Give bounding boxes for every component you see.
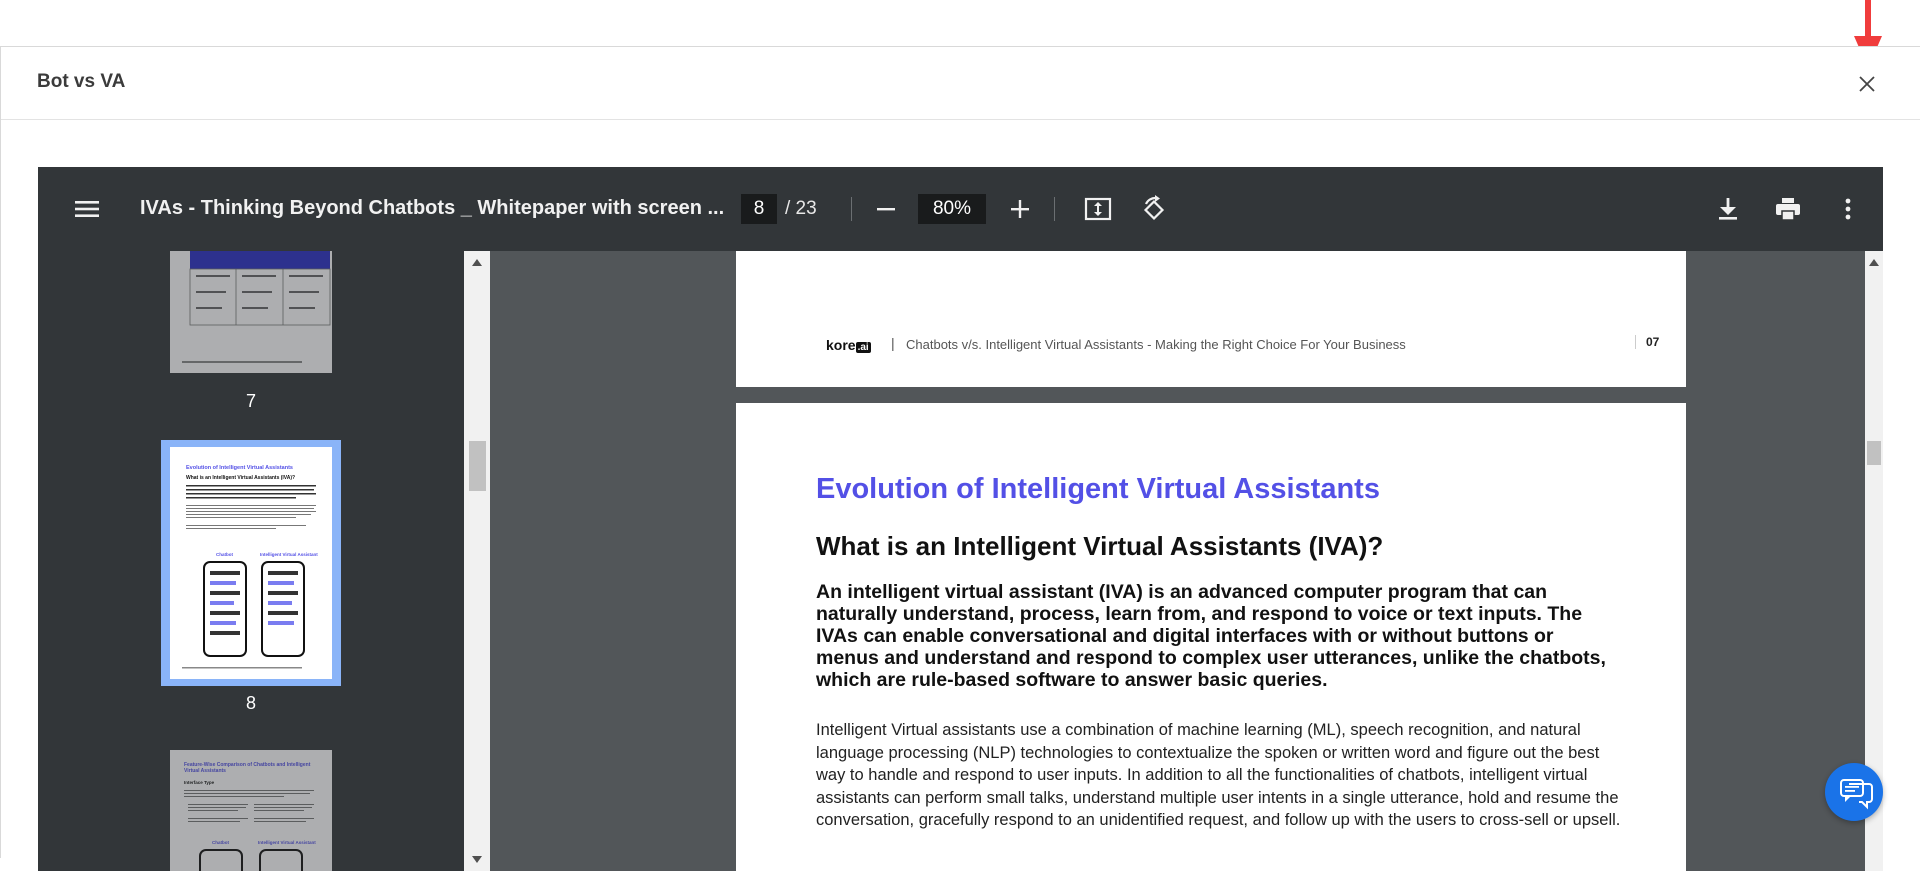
rotate-icon[interactable] (1140, 195, 1168, 223)
chat-icon (1840, 779, 1873, 810)
thumbnail-9-preview (184, 790, 314, 871)
page-subheading: What is an Intelligent Virtual Assistant… (816, 531, 1384, 561)
thumbnail-8-iva-label: Intelligent Virtual Assistant (260, 552, 318, 557)
thumbnail-8-chatbot-label: Chatbot (216, 552, 233, 557)
scroll-up-arrow-icon[interactable] (472, 259, 482, 266)
sidebar-scrollbar-thumb[interactable] (469, 441, 486, 491)
toolbar-divider (1054, 197, 1055, 221)
toolbar-divider (851, 197, 852, 221)
thumbnail-label: 8 (245, 693, 256, 713)
pdf-viewer: IVAs - Thinking Beyond Chatbots _ Whitep… (38, 167, 1883, 871)
close-icon[interactable] (1854, 71, 1880, 97)
zoom-input[interactable]: 80% (918, 194, 986, 224)
page-heading: Evolution of Intelligent Virtual Assista… (816, 473, 1380, 505)
page-footer-number: 07 (1635, 335, 1659, 349)
page-7: kore .ai | Chatbots v/s. Intelligent Virt… (736, 251, 1686, 387)
thumbnail-page-9[interactable]: Feature-Wise Comparison of Chatbots and … (170, 750, 332, 871)
chat-widget-button[interactable] (1825, 763, 1883, 821)
thumbnail-9-iva-label: Intelligent Virtual Assistant (258, 840, 316, 845)
modal-dialog: Bot vs VA IVAs - Thinking Beyond Chatbot… (0, 46, 1920, 871)
lead-paragraph: An intelligent virtual assistant (IVA) i… (816, 581, 1606, 691)
thumbnail-9-chatbot-label: Chatbot (212, 840, 229, 845)
thumbnail-page-8[interactable]: Evolution of Intelligent Virtual Assista… (170, 447, 332, 679)
thumbnail-sidebar: 7 Evolution of Intelligent Virtual Assis… (38, 251, 464, 871)
page-footer-text: Chatbots v/s. Intelligent Virtual Assist… (906, 337, 1406, 352)
thumbnail-7-preview (182, 251, 331, 363)
scroll-up-arrow-icon[interactable] (1869, 259, 1879, 266)
document-scrollbar-thumb[interactable] (1867, 441, 1881, 465)
fit-page-icon[interactable] (1084, 195, 1112, 223)
modal-header: Bot vs VA (1, 47, 1920, 120)
hamburger-icon[interactable] (74, 196, 100, 222)
plus-icon[interactable] (1006, 195, 1034, 223)
page-8: Evolution of Intelligent Virtual Assista… (736, 403, 1686, 871)
print-icon[interactable] (1774, 195, 1802, 223)
thumbnail-8-preview (182, 485, 316, 669)
modal-title: Bot vs VA (37, 71, 126, 92)
thumbnail-label: 7 (245, 391, 256, 411)
minus-icon[interactable] (872, 195, 900, 223)
pdf-toolbar: IVAs - Thinking Beyond Chatbots _ Whitep… (38, 167, 1883, 251)
body-paragraph: Intelligent Virtual assistants use a com… (816, 721, 1621, 829)
page-number-input[interactable]: 8 (741, 194, 777, 224)
sidebar-scrollbar[interactable] (464, 251, 490, 871)
document-area: kore .ai | Chatbots v/s. Intelligent Virt… (490, 251, 1865, 871)
thumbnail-page-7[interactable] (170, 251, 332, 373)
footer-separator: | (891, 335, 895, 351)
page-total: / 23 (785, 198, 817, 219)
kore-ai-logo: kore .ai (826, 337, 871, 353)
more-vert-icon[interactable] (1834, 195, 1862, 223)
document-title: IVAs - Thinking Beyond Chatbots _ Whitep… (140, 197, 725, 219)
scroll-down-arrow-icon[interactable] (472, 856, 482, 863)
download-icon[interactable] (1714, 195, 1742, 223)
